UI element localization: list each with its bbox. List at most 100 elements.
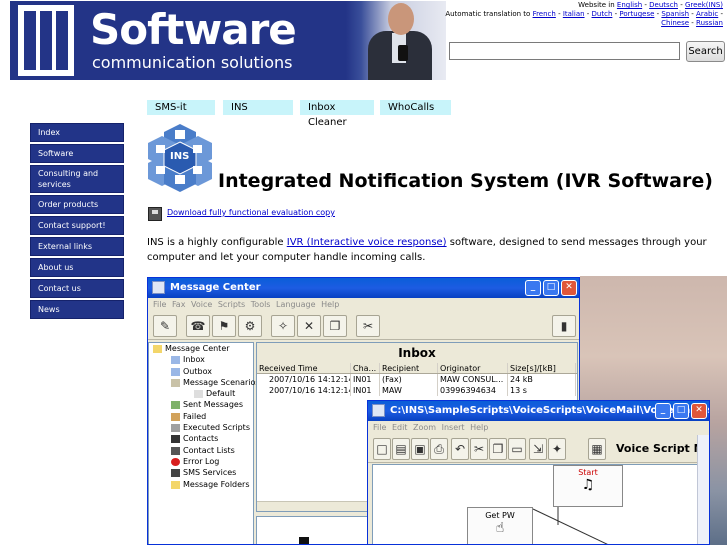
save-icon[interactable]: ▣ [411,438,429,460]
fax-preview [256,516,368,544]
tree-item-sms-services[interactable]: SMS Services [149,467,253,478]
translate-dutch-link[interactable]: Dutch [592,10,613,18]
tree-item-message-folders[interactable]: Message Folders [149,479,253,490]
insert-icon[interactable]: ⇲ [529,438,547,460]
lang-english-link[interactable]: English [617,1,642,9]
exit-icon[interactable]: ▮ [552,315,576,337]
nav-item-contact-us[interactable]: Contact us [30,279,124,298]
open-folder-icon[interactable]: ▤ [392,438,410,460]
undo-icon[interactable]: ↶ [451,438,469,460]
tab-ins[interactable]: INS [223,100,293,115]
tree-item-message-scenarios[interactable]: Message Scenarios [149,377,260,388]
nav-item-consulting[interactable]: Consulting and services [30,165,124,193]
new-icon[interactable]: ✧ [271,315,295,337]
tree-item-error-log[interactable]: Error Log [149,456,253,467]
voice-script-menubar: File Edit Zoom Insert Help [368,421,709,435]
lang-greek-link[interactable]: Greek(INS) [685,1,723,9]
delete-icon[interactable]: ✕ [297,315,321,337]
tools-icon[interactable]: ✂ [356,315,380,337]
menu-scripts[interactable]: Scripts [218,300,245,309]
translate-chinese-link[interactable]: Chinese [661,19,689,27]
tree-item-inbox[interactable]: Inbox [149,354,253,365]
nav-item-software[interactable]: Software [30,144,124,163]
maximize-icon[interactable]: □ [673,403,689,419]
menu-fax[interactable]: Fax [172,300,186,309]
translate-italian-link[interactable]: Italian [563,10,585,18]
tree-item-contact-lists[interactable]: Contact Lists [149,445,253,456]
translate-spanish-link[interactable]: Spanish [661,10,689,18]
tab-whocalls[interactable]: WhoCalls [380,100,451,115]
tree-item-message-center[interactable]: Message Center [149,343,253,354]
vertical-scrollbar[interactable] [697,435,709,544]
cut-icon[interactable]: ✂ [470,438,488,460]
print-icon[interactable]: ⎙ [430,438,448,460]
table-row[interactable]: 2007/10/16 14:12:14 IN01 (Fax) MAW CONSU… [257,374,577,385]
menu-zoom[interactable]: Zoom [413,423,436,432]
lang-deutsch-link[interactable]: Deutsch [649,1,678,9]
maximize-icon[interactable]: □ [543,280,559,296]
menu-help[interactable]: Help [470,423,488,432]
nav-item-news[interactable]: News [30,300,124,319]
column-channel[interactable]: Cha... [351,363,380,373]
voice-script-titlebar: C:\INS\SampleScripts\VoiceScripts\VoiceM… [368,401,709,421]
banner-subtitle: communication solutions [92,53,293,72]
tree-item-failed[interactable]: Failed [149,411,253,422]
get-pw-node[interactable]: Get PW ☝ [467,507,533,544]
menu-help[interactable]: Help [321,300,339,309]
tree-item-sent-messages[interactable]: Sent Messages [149,399,253,410]
column-size[interactable]: Size[s]/[kB] [508,363,576,373]
menu-file[interactable]: File [153,300,166,309]
copy-icon[interactable]: ❐ [323,315,347,337]
nav-item-order-products[interactable]: Order products [30,195,124,214]
translate-french-link[interactable]: French [533,10,556,18]
translate-arabic-link[interactable]: Arabic [696,10,718,18]
minimize-icon[interactable]: _ [655,403,671,419]
start-node[interactable]: Start ♫ [553,465,623,507]
site-banner[interactable]: Software communication solutions [10,1,446,80]
intro-text-before: INS is a highly configurable [147,237,287,248]
tab-inbox-cleaner[interactable]: Inbox Cleaner [300,100,374,128]
translate-portugese-link[interactable]: Portugese [619,10,654,18]
close-icon[interactable]: ✕ [691,403,707,419]
close-icon[interactable]: ✕ [561,280,577,296]
tab-sms-it[interactable]: SMS-it [147,100,215,115]
menu-voice[interactable]: Voice [191,300,212,309]
tree-item-contacts[interactable]: Contacts [149,433,253,444]
menu-language[interactable]: Language [276,300,315,309]
inbox-title: Inbox [257,343,577,363]
send-voice-icon[interactable]: ☎ [186,315,210,337]
voice-script-canvas[interactable]: Start ♫ Get PW ☝ [372,464,702,544]
column-received-time[interactable]: Received Time [257,363,351,373]
menu-file[interactable]: File [373,423,386,432]
column-recipient[interactable]: Recipient [380,363,438,373]
minimize-icon[interactable]: _ [525,280,541,296]
search-button[interactable]: Search [686,41,725,62]
menu-edit[interactable]: Edit [392,423,408,432]
nav-item-about-us[interactable]: About us [30,258,124,277]
paste-icon[interactable]: ▭ [508,438,526,460]
phone-icon[interactable]: ▦ [588,438,606,460]
send-fax-icon[interactable]: ✎ [153,315,177,337]
menu-insert[interactable]: Insert [442,423,465,432]
search-input[interactable] [449,42,680,60]
translate-russian-link[interactable]: Russian [696,19,723,27]
table-row[interactable]: 2007/10/16 14:12:14 IN01 MAW 03996394634… [257,385,577,396]
new-file-icon[interactable]: □ [373,438,391,460]
nav-item-index[interactable]: Index [30,123,124,142]
scripts-icon[interactable]: ⚙ [238,315,262,337]
star-icon[interactable]: ✦ [548,438,566,460]
column-originator[interactable]: Originator [438,363,508,373]
nav-item-contact-support[interactable]: Contact support! [30,216,124,235]
message-center-titlebar: Message Center _ □ ✕ [148,278,579,298]
ivr-link[interactable]: IVR (Interactive voice response) [287,237,447,248]
tree-item-outbox[interactable]: Outbox [149,366,253,377]
tree-item-default[interactable]: Default [149,388,253,399]
nav-item-external-links[interactable]: External links [30,237,124,256]
tree-item-executed-scripts[interactable]: Executed Scripts [149,422,253,433]
maw-logo [10,1,82,80]
floppy-disk-icon[interactable] [148,207,162,221]
scenario-icon[interactable]: ⚑ [212,315,236,337]
copy-icon[interactable]: ❐ [489,438,507,460]
menu-tools[interactable]: Tools [251,300,271,309]
download-link[interactable]: Download fully functional evaluation cop… [167,208,335,217]
